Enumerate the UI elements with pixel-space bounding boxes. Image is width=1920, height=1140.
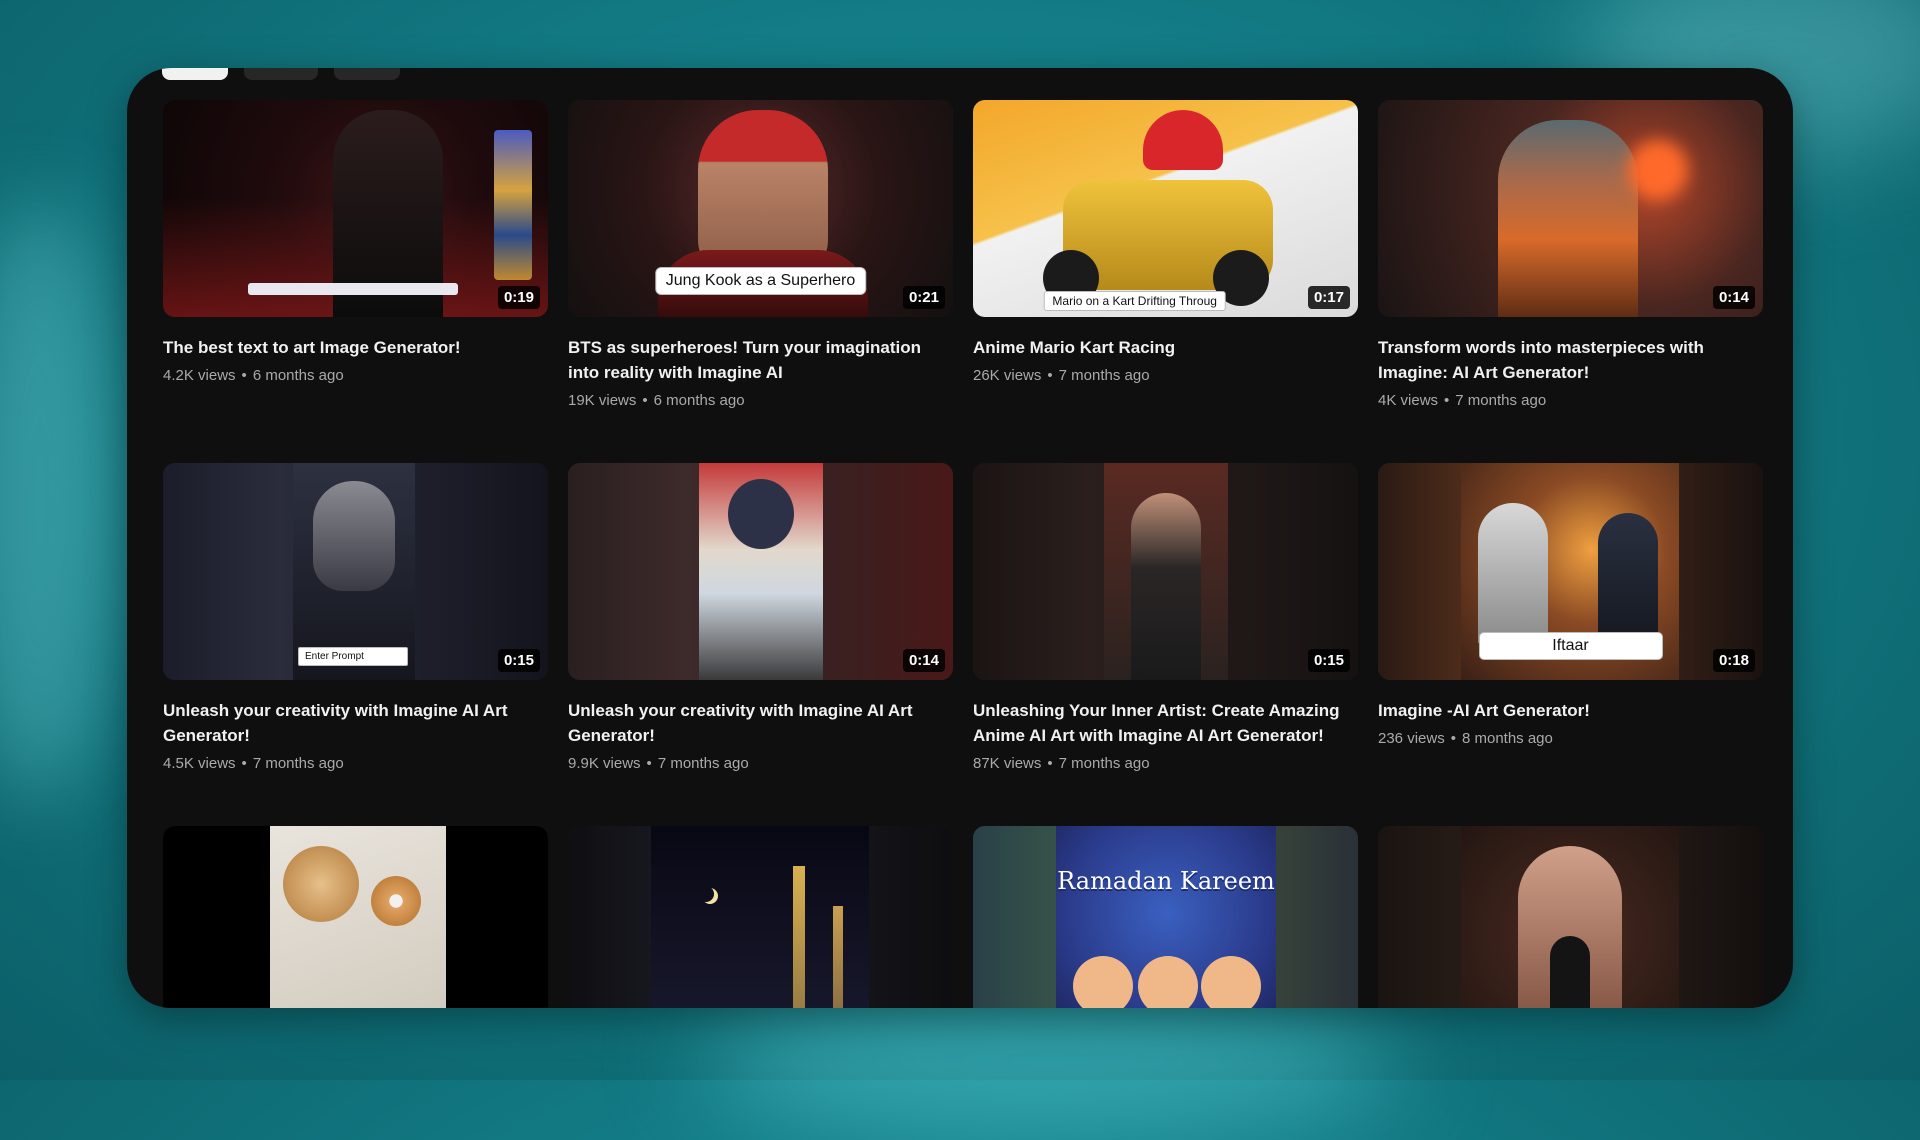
video-card[interactable]: Ramadan Kareem xyxy=(973,826,1358,1008)
video-thumbnail[interactable]: 0:14 xyxy=(568,463,953,680)
view-count: 87K views xyxy=(973,755,1042,772)
video-duration: 0:18 xyxy=(1712,649,1755,672)
view-count: 9.9K views xyxy=(568,755,641,772)
video-meta: 19K views • 6 months ago xyxy=(568,391,953,411)
video-title[interactable]: BTS as superheroes! Turn your imaginatio… xyxy=(568,335,943,385)
thumbnail-image xyxy=(163,826,548,1008)
video-grid-window: 0:19 The best text to art Image Generato… xyxy=(127,68,1793,1008)
video-card[interactable]: Jung Kook as a Superhero 0:21 BTS as sup… xyxy=(568,100,953,463)
video-duration: 0:14 xyxy=(1712,286,1755,309)
meta-separator: • xyxy=(1450,730,1456,747)
video-thumbnail[interactable] xyxy=(568,826,953,1008)
view-count: 236 views xyxy=(1378,730,1445,747)
meta-separator: • xyxy=(1444,392,1450,409)
video-card[interactable] xyxy=(1378,826,1763,1008)
upload-age: 7 months ago xyxy=(252,755,344,772)
filter-chip[interactable] xyxy=(334,68,400,80)
thumbnail-caption: Iftaar xyxy=(1478,632,1663,660)
video-title[interactable]: Unleashing Your Inner Artist: Create Ama… xyxy=(973,698,1348,748)
meta-separator: • xyxy=(646,755,652,772)
filter-chip-active[interactable] xyxy=(162,68,228,80)
thumbnail-image xyxy=(973,100,1358,317)
video-duration: 0:17 xyxy=(1307,286,1350,309)
thumbnail-image xyxy=(163,100,548,317)
video-title[interactable]: Imagine -AI Art Generator! xyxy=(1378,698,1753,723)
video-meta: 4.2K views • 6 months ago xyxy=(163,366,548,386)
video-card[interactable]: 0:19 The best text to art Image Generato… xyxy=(163,100,548,463)
thumbnail-caption: Enter Prompt xyxy=(298,647,408,666)
meta-separator: • xyxy=(241,367,247,384)
meta-separator: • xyxy=(241,755,247,772)
thumbnail-image xyxy=(1378,826,1763,1008)
video-title[interactable]: Transform words into masterpieces with I… xyxy=(1378,335,1753,385)
upload-age: 7 months ago xyxy=(1058,755,1150,772)
video-thumbnail[interactable]: Iftaar 0:18 xyxy=(1378,463,1763,680)
video-thumbnail[interactable] xyxy=(163,826,548,1008)
view-count: 4.2K views xyxy=(163,367,236,384)
meta-separator: • xyxy=(1047,367,1053,384)
filter-chips xyxy=(162,68,400,80)
video-duration: 0:19 xyxy=(497,286,540,309)
upload-age: 6 months ago xyxy=(252,367,344,384)
thumbnail-image xyxy=(1378,100,1763,317)
upload-age: 7 months ago xyxy=(1058,367,1150,384)
video-thumbnail[interactable]: Ramadan Kareem xyxy=(973,826,1358,1008)
video-thumbnail[interactable]: 0:19 xyxy=(163,100,548,317)
background-glow-left xyxy=(0,200,120,800)
video-card[interactable]: 0:15 Unleashing Your Inner Artist: Creat… xyxy=(973,463,1358,826)
thumbnail-overlay-text: Ramadan Kareem xyxy=(1057,867,1275,895)
video-thumbnail[interactable]: Mario on a Kart Drifting Throug 0:17 xyxy=(973,100,1358,317)
video-meta: 87K views • 7 months ago xyxy=(973,754,1358,774)
video-meta: 236 views • 8 months ago xyxy=(1378,729,1763,749)
thumbnail-image: Ramadan Kareem xyxy=(973,826,1358,1008)
video-title[interactable]: Anime Mario Kart Racing xyxy=(973,335,1348,360)
filter-chip[interactable] xyxy=(244,68,318,80)
video-meta: 4.5K views • 7 months ago xyxy=(163,754,548,774)
video-duration: 0:15 xyxy=(1307,649,1350,672)
video-title[interactable]: Unleash your creativity with Imagine AI … xyxy=(163,698,538,748)
video-meta: 26K views • 7 months ago xyxy=(973,366,1358,386)
video-grid: 0:19 The best text to art Image Generato… xyxy=(163,100,1763,1008)
video-card[interactable] xyxy=(163,826,548,1008)
video-card[interactable]: 0:14 Transform words into masterpieces w… xyxy=(1378,100,1763,463)
video-thumbnail[interactable]: Enter Prompt 0:15 xyxy=(163,463,548,680)
upload-age: 7 months ago xyxy=(657,755,749,772)
thumbnail-caption: Jung Kook as a Superhero xyxy=(654,267,867,295)
video-meta: 9.9K views • 7 months ago xyxy=(568,754,953,774)
view-count: 19K views xyxy=(568,392,637,409)
thumbnail-image xyxy=(568,826,953,1008)
video-card[interactable]: Mario on a Kart Drifting Throug 0:17 Ani… xyxy=(973,100,1358,463)
view-count: 26K views xyxy=(973,367,1042,384)
upload-age: 6 months ago xyxy=(653,392,745,409)
video-card[interactable]: Enter Prompt 0:15 Unleash your creativit… xyxy=(163,463,548,826)
view-count: 4.5K views xyxy=(163,755,236,772)
view-count: 4K views xyxy=(1378,392,1439,409)
video-card[interactable] xyxy=(568,826,953,1008)
video-title[interactable]: Unleash your creativity with Imagine AI … xyxy=(568,698,943,748)
upload-age: 7 months ago xyxy=(1455,392,1547,409)
meta-separator: • xyxy=(1047,755,1053,772)
video-meta: 4K views • 7 months ago xyxy=(1378,391,1763,411)
video-title[interactable]: The best text to art Image Generator! xyxy=(163,335,538,360)
video-thumbnail[interactable]: 0:14 xyxy=(1378,100,1763,317)
video-duration: 0:14 xyxy=(902,649,945,672)
video-card[interactable]: Iftaar 0:18 Imagine -AI Art Generator! 2… xyxy=(1378,463,1763,826)
upload-age: 8 months ago xyxy=(1461,730,1553,747)
video-duration: 0:21 xyxy=(902,286,945,309)
video-duration: 0:15 xyxy=(497,649,540,672)
video-thumbnail[interactable]: 0:15 xyxy=(973,463,1358,680)
meta-separator: • xyxy=(642,392,648,409)
video-card[interactable]: 0:14 Unleash your creativity with Imagin… xyxy=(568,463,953,826)
thumbnail-image xyxy=(973,463,1358,680)
thumbnail-caption: Mario on a Kart Drifting Throug xyxy=(1043,291,1226,311)
video-thumbnail[interactable]: Jung Kook as a Superhero 0:21 xyxy=(568,100,953,317)
thumbnail-image xyxy=(568,463,953,680)
video-thumbnail[interactable] xyxy=(1378,826,1763,1008)
